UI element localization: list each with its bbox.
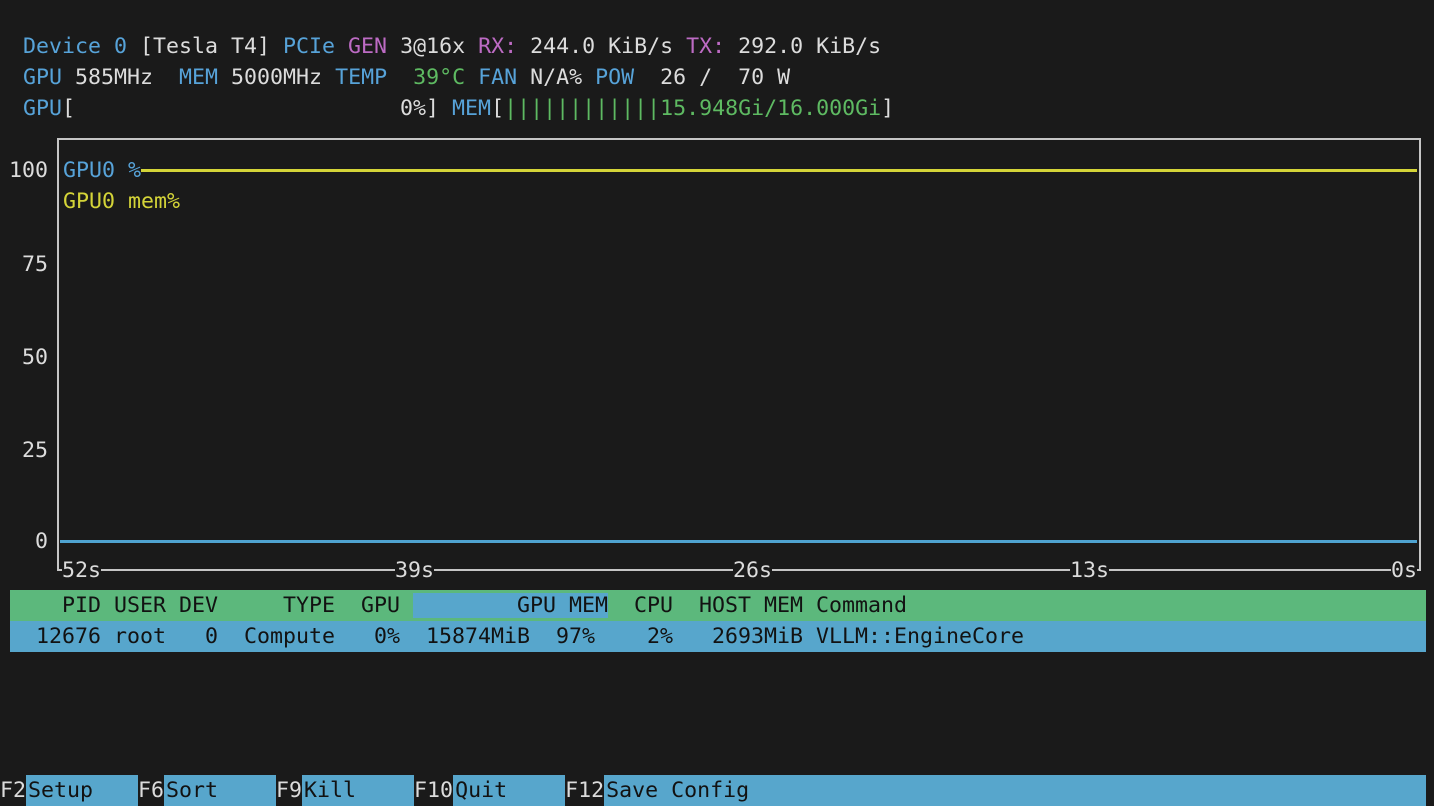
gpu-usage-line — [60, 540, 1417, 543]
power-label: POW — [595, 65, 660, 90]
process-row-selected[interactable]: 12676 root 0 Compute 0% 15874MiB 97% 2% … — [10, 621, 1426, 652]
mem-bar-value: 15.948Gi/16.000Gi — [660, 96, 881, 121]
temp-label: TEMP — [335, 65, 413, 90]
fan-label: FAN — [478, 65, 530, 90]
mem-clock-label: MEM — [179, 65, 231, 90]
x-axis-tick-26s: 26s — [733, 555, 772, 586]
fkey-sort-button[interactable]: Sort — [164, 775, 276, 806]
y-axis-tick-25: 25 — [0, 435, 48, 466]
gpu-clock-label: GPU — [23, 65, 75, 90]
x-axis-tick-0s: 0s — [1391, 555, 1417, 586]
fkey-f2[interactable]: F2 — [0, 775, 26, 806]
fan-value: N/A% — [530, 65, 595, 90]
mem-bar-label: MEM — [452, 96, 491, 121]
legend-gpu-percent: GPU0 % — [59, 155, 141, 186]
gen-label: GEN — [348, 34, 400, 59]
x-axis-tick-39s: 39s — [395, 555, 434, 586]
mem-usage-line — [60, 169, 1417, 172]
mem-bar-fill: |||||||||||| — [504, 96, 660, 121]
tx-value: 292.0 KiB/s — [738, 34, 881, 59]
gpu-clock-value: 585MHz — [75, 65, 179, 90]
temp-value: 39°C — [413, 65, 478, 90]
fkey-save-config-button[interactable]: Save Config — [604, 775, 1426, 806]
y-axis-tick-100: 100 — [0, 155, 48, 186]
x-axis-tick-52s: 52s — [62, 555, 101, 586]
rx-label: RX: — [478, 34, 530, 59]
y-axis-tick-0: 0 — [0, 526, 48, 557]
pcie-label: PCIe — [283, 34, 348, 59]
chart-plot-area — [57, 138, 1421, 571]
device-info-line: Device 0 [Tesla T4] PCIe GEN 3@16x RX: 2… — [23, 31, 881, 62]
utilization-bars-line: GPU[ 0%] MEM[||||||||||||15.948Gi/16.000… — [23, 93, 894, 124]
fkey-quit-button[interactable]: Quit — [453, 775, 565, 806]
gpu-bar-label: GPU — [23, 96, 62, 121]
rx-value: 244.0 KiB/s — [530, 34, 686, 59]
fkey-kill-button[interactable]: Kill — [302, 775, 414, 806]
legend-gpu-mem-percent: GPU0 mem% — [59, 186, 180, 217]
header-sort-column-gpu-mem: GPU MEM — [413, 593, 608, 618]
y-axis-tick-50: 50 — [0, 342, 48, 373]
fkey-f12[interactable]: F12 — [565, 775, 604, 806]
y-axis-tick-75: 75 — [0, 249, 48, 280]
x-axis-tick-13s: 13s — [1070, 555, 1109, 586]
header-left-columns: PID USER DEV TYPE GPU — [10, 593, 413, 618]
process-table-header: PID USER DEV TYPE GPU GPU MEM CPU HOST M… — [10, 590, 1426, 621]
header-right-columns: CPU HOST MEM Command — [608, 593, 907, 618]
gpu-utilization-bar: [ 0%] — [62, 96, 452, 121]
fkey-setup-button[interactable]: Setup — [26, 775, 138, 806]
mem-clock-value: 5000MHz — [231, 65, 335, 90]
fkey-f10[interactable]: F10 — [414, 775, 453, 806]
clock-temp-power-line: GPU 585MHz MEM 5000MHz TEMP 39°C FAN N/A… — [23, 62, 790, 93]
fkey-bar: F2SetupF6SortF9KillF10QuitF12Save Config — [0, 775, 1426, 806]
fkey-f6[interactable]: F6 — [138, 775, 164, 806]
tx-label: TX: — [686, 34, 738, 59]
fkey-f9[interactable]: F9 — [276, 775, 302, 806]
device-label: Device 0 — [23, 34, 127, 59]
power-value: 26 / 70 W — [660, 65, 790, 90]
